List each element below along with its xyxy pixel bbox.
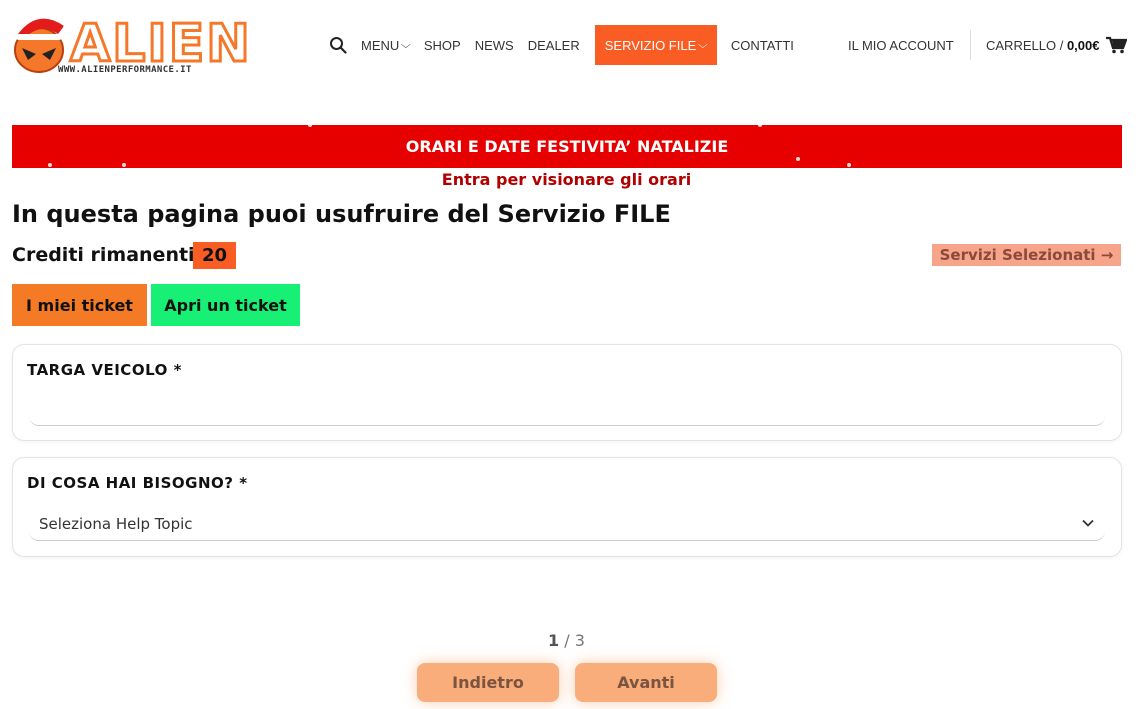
help-topic-select[interactable]: Seleziona Help Topic: [29, 507, 1105, 541]
chevron-down-icon: [1082, 519, 1094, 527]
banner-title: ORARI E DATE FESTIVITA’ NATALIZIE: [405, 137, 729, 156]
page-title: In questa pagina puoi usufruire del Serv…: [12, 200, 671, 228]
nav-servizio-file[interactable]: SERVIZIO FILE ⌵: [594, 25, 717, 65]
need-label: DI COSA HAI BISOGNO? *: [27, 474, 248, 492]
search-icon[interactable]: [329, 36, 347, 54]
cart-total: 0,00€: [1066, 37, 1100, 53]
plate-card: TARGA VEICOLO *: [12, 344, 1122, 441]
selected-services-button[interactable]: Servizi Selezionati →: [932, 244, 1121, 266]
credits-badge: 20: [193, 242, 236, 269]
snowflake-icon: [48, 163, 52, 167]
cart-label: CARRELLO /: [986, 37, 1064, 53]
step-separator: /: [564, 631, 570, 650]
cart-nav[interactable]: CARRELLO / 0,00€: [979, 25, 1134, 65]
my-tickets-button[interactable]: I miei ticket: [12, 284, 147, 326]
nav-news[interactable]: NEWS: [468, 25, 521, 65]
my-account-link[interactable]: IL MIO ACCOUNT: [841, 25, 961, 65]
main-nav: MENU ⌵ SHOP NEWS DEALER SERVIZIO FILE ⌵ …: [354, 25, 801, 65]
snowflake-icon: [796, 157, 800, 161]
nav-dealer[interactable]: DEALER: [521, 25, 587, 65]
cart-link[interactable]: CARRELLO / 0,00€: [979, 25, 1134, 65]
account-nav: IL MIO ACCOUNT: [841, 25, 961, 65]
next-button[interactable]: Avanti: [575, 663, 717, 702]
step-indicator: 1 / 3: [0, 631, 1133, 650]
alien-logo[interactable]: ALIEN WWW.ALIENPERFORMANCE.IT: [12, 12, 302, 78]
cart-icon: [1106, 36, 1128, 54]
nav-servizio-file-label: SERVIZIO FILE: [604, 37, 697, 53]
site-header: ALIEN WWW.ALIENPERFORMANCE.IT MENU ⌵ SHO…: [0, 0, 1145, 90]
logo-wordmark: ALIEN: [69, 14, 252, 74]
nav-contatti[interactable]: CONTATTI: [724, 25, 801, 65]
nav-menu-label: MENU: [361, 37, 400, 53]
back-button[interactable]: Indietro: [417, 663, 559, 702]
need-card: DI COSA HAI BISOGNO? * Seleziona Help To…: [12, 457, 1122, 557]
snowflake-icon: [847, 163, 851, 167]
step-current: 1: [548, 631, 560, 650]
logo-url: WWW.ALIENPERFORMANCE.IT: [58, 65, 192, 75]
snowflake-icon: [758, 123, 762, 127]
plate-input[interactable]: [29, 394, 1105, 426]
step-total: 3: [574, 631, 585, 650]
help-topic-selected: Seleziona Help Topic: [39, 514, 193, 533]
holiday-banner[interactable]: ORARI E DATE FESTIVITA’ NATALIZIE: [12, 123, 1122, 168]
open-ticket-button[interactable]: Apri un ticket: [151, 284, 300, 326]
snowflake-icon: [122, 163, 126, 167]
credits-label: Crediti rimanenti:: [12, 244, 203, 266]
banner-subtitle-link[interactable]: Entra per visionare gli orari: [0, 170, 1133, 189]
nav-shop[interactable]: SHOP: [417, 25, 468, 65]
plate-label: TARGA VEICOLO *: [27, 361, 182, 379]
chevron-down-icon: ⌵: [698, 39, 708, 51]
chevron-down-icon: ⌵: [401, 39, 412, 51]
nav-menu[interactable]: MENU ⌵: [354, 25, 417, 65]
header-divider: [970, 30, 971, 60]
snowflake-icon: [308, 123, 312, 127]
